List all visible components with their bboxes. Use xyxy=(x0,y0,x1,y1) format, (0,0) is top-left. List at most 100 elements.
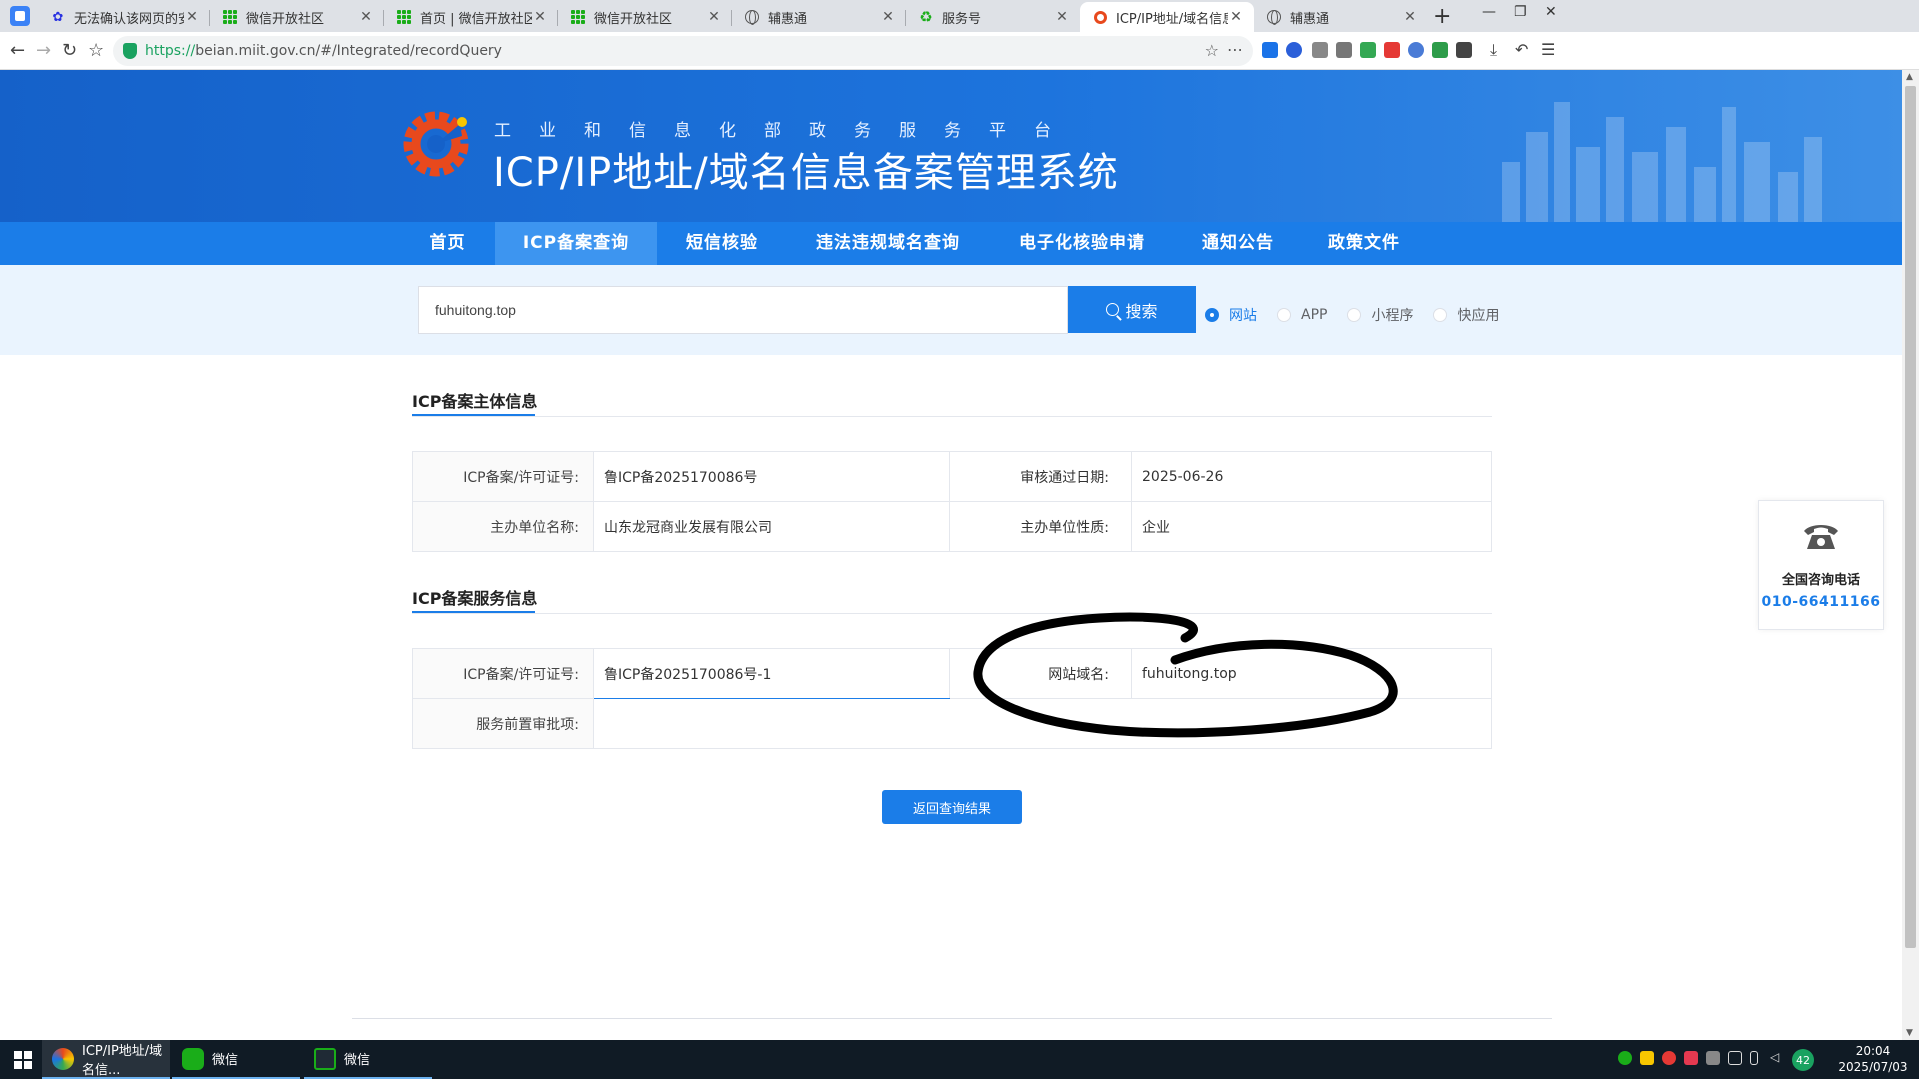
extension-download-icon[interactable] xyxy=(1286,42,1302,58)
minimize-button[interactable]: — xyxy=(1482,4,1496,20)
tray-network-icon[interactable] xyxy=(1728,1051,1742,1065)
approval-date-label: 审核通过日期: xyxy=(949,451,1132,502)
tab-5[interactable]: ♻ 服务号 ✕ xyxy=(906,2,1080,32)
url-text[interactable]: https://beian.miit.gov.cn/#/Integrated/r… xyxy=(145,43,502,59)
more-icon[interactable]: ⋯ xyxy=(1227,40,1243,59)
tray-arrow-icon[interactable] xyxy=(1706,1051,1720,1065)
taskbar-wechat-devtools[interactable]: 微信 xyxy=(304,1040,432,1079)
taskbar-wechat[interactable]: 微信 xyxy=(172,1040,300,1079)
page-scrollbar[interactable]: ▲ ▼ xyxy=(1902,70,1919,1040)
tray-wechat-icon[interactable] xyxy=(1618,1051,1632,1065)
nav-sms-verify[interactable]: 短信核验 xyxy=(657,222,787,265)
tab-title: 服务号 xyxy=(942,11,982,27)
close-icon[interactable]: ✕ xyxy=(880,9,896,25)
downloads-icon[interactable]: ⤓ xyxy=(1490,40,1497,60)
extension-pen-icon[interactable] xyxy=(1312,42,1328,58)
close-icon[interactable]: ✕ xyxy=(1054,9,1070,25)
page-content: 工业和信息化部政务服务平台 ICP/IP地址/域名信息备案管理系统 首页 ICP… xyxy=(0,70,1902,1040)
extension-apps-icon[interactable] xyxy=(1456,42,1472,58)
extension-copy-icon[interactable] xyxy=(1336,42,1352,58)
radio-label: APP xyxy=(1301,307,1328,323)
menu-icon[interactable]: ☰ xyxy=(1541,40,1555,59)
tray-badge[interactable]: 42 xyxy=(1792,1049,1814,1071)
wechat-grid-icon xyxy=(396,9,412,25)
radio-miniprogram[interactable]: 小程序 xyxy=(1347,305,1413,325)
service-license-value: 鲁ICP备2025170086号-1 xyxy=(593,648,950,699)
tab-4[interactable]: 辅惠通 ✕ xyxy=(732,2,906,32)
license-value: 鲁ICP备2025170086号 xyxy=(593,451,950,502)
restore-button[interactable]: ❐ xyxy=(1514,4,1527,20)
tray-app-icon[interactable] xyxy=(1640,1051,1654,1065)
tab-3[interactable]: 微信开放社区 ✕ xyxy=(558,2,732,32)
nav-illegal-domain[interactable]: 违法违规域名查询 xyxy=(787,222,989,265)
tray-volume-icon[interactable]: ◁ xyxy=(1770,1050,1784,1064)
nav-e-verify[interactable]: 电子化核验申请 xyxy=(989,222,1175,265)
nav-policies[interactable]: 政策文件 xyxy=(1301,222,1427,265)
nav-icp-query[interactable]: ICP备案查询 xyxy=(495,222,657,265)
system-clock[interactable]: 20:04 2025/07/03 xyxy=(1838,1043,1908,1075)
close-icon[interactable]: ✕ xyxy=(532,9,548,25)
consult-phone[interactable]: 010-66411166 xyxy=(1759,594,1883,610)
tab-7[interactable]: 辅惠通 ✕ xyxy=(1254,2,1428,32)
subject-section-title: ICP备案主体信息 xyxy=(412,392,538,411)
star-icon[interactable]: ☆ xyxy=(1205,41,1219,60)
org-nature-value: 企业 xyxy=(1131,501,1492,552)
browser-toolbar: ← → ↻ ☆ https://beian.miit.gov.cn/#/Inte… xyxy=(0,32,1919,70)
search-input[interactable] xyxy=(418,286,1068,334)
tray-battery-icon[interactable] xyxy=(1750,1051,1758,1065)
subject-info-table: ICP备案/许可证号: 鲁ICP备2025170086号 审核通过日期: 202… xyxy=(412,451,1492,552)
scroll-up-icon[interactable]: ▲ xyxy=(1906,72,1913,82)
bookmark-star-icon[interactable]: ☆ xyxy=(88,40,104,61)
section-divider xyxy=(412,416,1492,417)
address-bar[interactable]: https://beian.miit.gov.cn/#/Integrated/r… xyxy=(113,36,1253,66)
table-row: 主办单位名称: 山东龙冠商业发展有限公司 主办单位性质: 企业 xyxy=(412,501,1492,552)
taskbar-browser[interactable]: ICP/IP地址/域名信... xyxy=(42,1040,170,1079)
radio-quickapp[interactable]: 快应用 xyxy=(1433,305,1499,325)
clock-time: 20:04 xyxy=(1855,1044,1891,1058)
tray-flag-icon[interactable] xyxy=(1684,1051,1698,1065)
radio-app[interactable]: APP xyxy=(1277,305,1327,325)
service-license-label: ICP备案/许可证号: xyxy=(412,648,594,699)
tab-6-active[interactable]: ICP/IP地址/域名信息备案管 ✕ xyxy=(1080,2,1254,32)
table-row: ICP备案/许可证号: 鲁ICP备2025170086号 审核通过日期: 202… xyxy=(412,451,1492,502)
search-button[interactable]: 搜索 xyxy=(1068,286,1196,333)
reload-icon[interactable]: ↻ xyxy=(62,40,77,61)
scroll-down-icon[interactable]: ▼ xyxy=(1906,1028,1913,1038)
new-tab-button[interactable]: + xyxy=(1433,4,1451,29)
close-icon[interactable]: ✕ xyxy=(358,9,374,25)
back-arrow-icon[interactable]: ← xyxy=(10,40,25,61)
hand-drawn-circle-annotation xyxy=(973,612,1398,738)
close-window-button[interactable]: ✕ xyxy=(1545,4,1557,20)
extension-shield-icon[interactable] xyxy=(1432,42,1448,58)
extension-circle-icon[interactable] xyxy=(1408,42,1424,58)
org-nature-label: 主办单位性质: xyxy=(949,501,1132,552)
close-icon[interactable]: ✕ xyxy=(1228,9,1244,25)
windows-start-icon[interactable] xyxy=(14,1051,32,1069)
extension-search-icon[interactable] xyxy=(1384,42,1400,58)
nav-notices[interactable]: 通知公告 xyxy=(1175,222,1301,265)
tab-title: ICP/IP地址/域名信息备案管 xyxy=(1116,11,1228,27)
close-icon[interactable]: ✕ xyxy=(184,9,200,25)
miit-gear-logo xyxy=(403,111,469,177)
tab-1[interactable]: 微信开放社区 ✕ xyxy=(210,2,384,32)
pre-approval-label: 服务前置审批项: xyxy=(412,698,594,749)
clock-date: 2025/07/03 xyxy=(1838,1060,1908,1074)
close-icon[interactable]: ✕ xyxy=(706,9,722,25)
forward-arrow-icon[interactable]: → xyxy=(36,40,51,61)
tab-0[interactable]: ✿ 无法确认该网页的安全性,请 ✕ xyxy=(38,2,210,32)
search-icon xyxy=(1106,303,1120,316)
tab-2[interactable]: 首页 | 微信开放社区 ✕ xyxy=(384,2,558,32)
extension-play-icon[interactable] xyxy=(1262,42,1278,58)
type-radio-group: 网站 APP 小程序 快应用 xyxy=(1205,305,1519,325)
radio-website[interactable]: 网站 xyxy=(1205,305,1257,325)
org-name-label: 主办单位名称: xyxy=(412,501,594,552)
browser-app-icon[interactable] xyxy=(10,6,30,26)
radio-dot xyxy=(1205,308,1219,322)
tray-chrome-icon[interactable] xyxy=(1662,1051,1676,1065)
scrollbar-thumb[interactable] xyxy=(1905,86,1916,948)
close-icon[interactable]: ✕ xyxy=(1402,9,1418,25)
nav-home[interactable]: 首页 xyxy=(400,222,495,265)
undo-icon[interactable]: ↶ xyxy=(1515,40,1528,59)
back-to-results-button[interactable]: 返回查询结果 xyxy=(882,790,1022,824)
extension-sheet-icon[interactable] xyxy=(1360,42,1376,58)
